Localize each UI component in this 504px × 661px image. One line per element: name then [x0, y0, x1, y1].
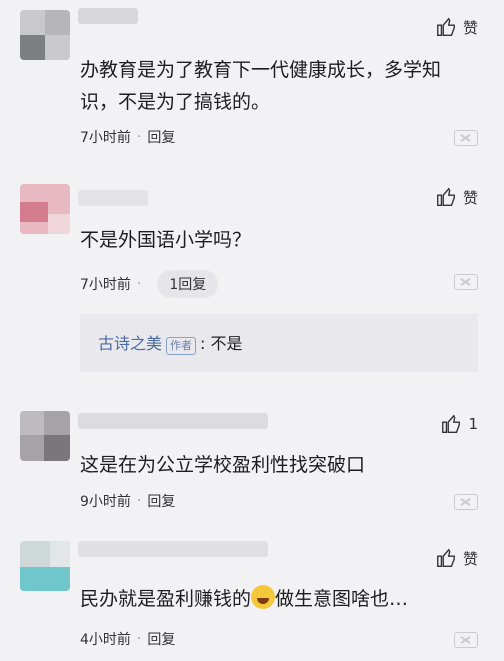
- separator: ·: [136, 631, 142, 647]
- avatar[interactable]: [20, 541, 70, 591]
- like-label: 赞: [462, 188, 478, 207]
- close-icon[interactable]: [454, 274, 478, 290]
- username-blurred[interactable]: [78, 541, 268, 557]
- comment-meta: 4小时前 · 回复: [80, 629, 175, 649]
- like-button[interactable]: 赞: [435, 16, 478, 38]
- laughing-crying-emoji-icon: [251, 585, 276, 609]
- thumbs-up-icon: [437, 548, 455, 567]
- avatar[interactable]: [20, 184, 70, 234]
- like-label: 赞: [462, 549, 478, 568]
- comment-meta: 7小时前 · 回复: [80, 127, 175, 147]
- like-button[interactable]: 1: [440, 413, 478, 435]
- author-tag: 作者: [166, 337, 197, 355]
- reply-button[interactable]: 回复: [147, 127, 175, 147]
- timestamp: 7小时前: [80, 130, 131, 146]
- reply-colon: :: [200, 334, 206, 353]
- comment-meta: 9小时前 · 回复: [80, 491, 175, 511]
- timestamp: 7小时前: [80, 277, 131, 293]
- comment-text-part: 民办就是盈利赚钱的: [80, 588, 252, 610]
- reply-button[interactable]: 回复: [147, 491, 175, 511]
- username-blurred[interactable]: [78, 413, 268, 429]
- separator: ·: [136, 493, 142, 509]
- comment-text: 这是在为公立学校盈利性找突破口: [80, 454, 366, 476]
- comment-text-part: 做生意图啥也…: [275, 588, 409, 610]
- reply-button[interactable]: 回复: [147, 629, 175, 649]
- username-blurred[interactable]: [78, 190, 148, 206]
- timestamp: 9小时前: [80, 494, 131, 510]
- reply-author[interactable]: 古诗之美: [98, 334, 162, 353]
- close-icon[interactable]: [454, 632, 478, 648]
- comment-item: 1 这是在为公立学校盈利性找突破口 9小时前 · 回复: [0, 405, 504, 530]
- separator: ·: [136, 276, 142, 292]
- replies-button[interactable]: 1回复: [157, 270, 219, 298]
- avatar[interactable]: [20, 411, 70, 461]
- sub-reply[interactable]: 古诗之美 作者: 不是: [80, 314, 478, 372]
- like-button[interactable]: 赞: [435, 186, 478, 208]
- comment-text: 办教育是为了教育下一代健康成长，多学知识，不是为了搞钱的。: [80, 59, 442, 113]
- like-count: 1: [468, 415, 478, 433]
- close-icon[interactable]: [454, 494, 478, 510]
- like-label: 赞: [462, 18, 478, 37]
- separator: ·: [136, 129, 142, 145]
- comment-item: 赞 不是外国语小学吗？ 7小时前 · 1回复 古诗之美 作者: 不是: [0, 170, 504, 390]
- comment-item: 赞 办教育是为了教育下一代健康成长，多学知识，不是为了搞钱的。 7小时前 · 回…: [0, 0, 504, 160]
- like-button[interactable]: 赞: [435, 547, 478, 569]
- thumbs-up-icon: [437, 17, 455, 36]
- avatar[interactable]: [20, 10, 70, 60]
- comment-text: 民办就是盈利赚钱的 做生意图啥也…: [80, 583, 468, 615]
- thumbs-up-icon: [437, 187, 455, 206]
- reply-text: 不是: [210, 334, 243, 353]
- close-icon[interactable]: [454, 130, 478, 146]
- comment-meta: 7小时前 · 1回复: [80, 270, 219, 298]
- thumbs-up-icon: [442, 414, 461, 433]
- username-blurred[interactable]: [78, 8, 138, 24]
- comment-text: 不是外国语小学吗？: [80, 229, 252, 251]
- comment-item: 赞 民办就是盈利赚钱的 做生意图啥也… 4小时前 · 回复: [0, 535, 504, 661]
- timestamp: 4小时前: [80, 632, 131, 648]
